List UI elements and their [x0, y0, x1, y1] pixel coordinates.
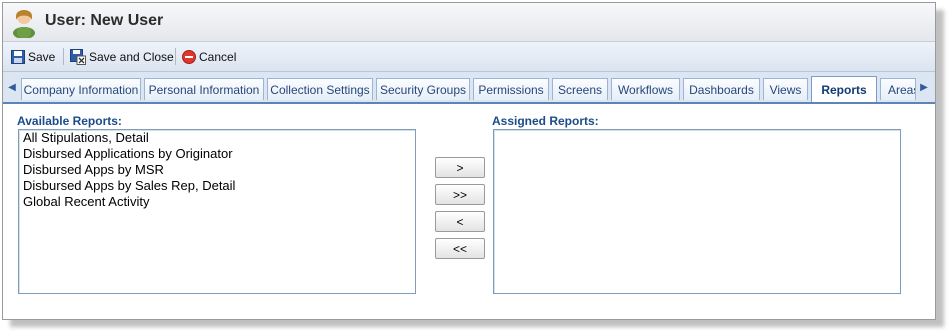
- remove-all-button[interactable]: <<: [435, 238, 485, 259]
- tab-scroll-right-button[interactable]: ▶: [917, 72, 931, 102]
- tab-scroll-left-button[interactable]: ◀: [5, 72, 19, 102]
- floppy-disk-icon: [11, 50, 25, 64]
- list-item[interactable]: Disbursed Apps by Sales Rep, Detail: [19, 178, 415, 194]
- tab-workflows[interactable]: Workflows: [611, 78, 680, 100]
- cancel-label: Cancel: [199, 50, 237, 64]
- cancel-button[interactable]: Cancel: [182, 48, 236, 66]
- save-close-icon: [70, 49, 86, 65]
- assigned-reports-list[interactable]: [493, 129, 901, 294]
- user-window: User: New User Save Save and Close Cance…: [2, 2, 936, 320]
- list-item[interactable]: Disbursed Applications by Originator: [19, 146, 415, 162]
- list-item[interactable]: Global Recent Activity: [19, 194, 415, 210]
- assigned-reports-label: Assigned Reports:: [492, 114, 599, 128]
- tab-permissions[interactable]: Permissions: [473, 78, 549, 100]
- tab-bar: ◀ Company Information Personal Informati…: [3, 72, 935, 104]
- tab-areas[interactable]: Areas: [880, 78, 916, 100]
- tab-company-information[interactable]: Company Information: [21, 78, 141, 100]
- tab-dashboards[interactable]: Dashboards: [683, 78, 760, 100]
- available-reports-list[interactable]: All Stipulations, Detail Disbursed Appli…: [18, 129, 416, 294]
- remove-selected-button[interactable]: <: [435, 211, 485, 232]
- add-all-button[interactable]: >>: [435, 184, 485, 205]
- cancel-icon: [182, 50, 196, 64]
- toolbar-divider: [63, 48, 64, 65]
- toolbar: Save Save and Close Cancel: [3, 42, 935, 72]
- save-label: Save: [28, 50, 56, 64]
- tab-views[interactable]: Views: [763, 78, 808, 100]
- tab-personal-information[interactable]: Personal Information: [144, 78, 264, 100]
- arrow-left-icon: ◀: [8, 81, 16, 93]
- toolbar-divider: [175, 48, 176, 65]
- user-icon: [13, 10, 35, 38]
- tab-screens[interactable]: Screens: [552, 78, 608, 100]
- reports-panel: Available Reports: All Stipulations, Det…: [3, 104, 935, 319]
- available-reports-label: Available Reports:: [17, 114, 122, 128]
- tab-reports[interactable]: Reports: [811, 76, 877, 102]
- save-and-close-button[interactable]: Save and Close: [70, 48, 174, 66]
- add-selected-button[interactable]: >: [435, 157, 485, 178]
- save-and-close-label: Save and Close: [89, 50, 174, 64]
- save-button[interactable]: Save: [11, 48, 55, 66]
- list-item[interactable]: Disbursed Apps by MSR: [19, 162, 415, 178]
- arrow-right-icon: ▶: [920, 81, 928, 93]
- list-item[interactable]: All Stipulations, Detail: [19, 130, 415, 146]
- title-bar: User: New User: [3, 3, 935, 42]
- tab-security-groups[interactable]: Security Groups: [376, 78, 470, 100]
- tab-collection-settings[interactable]: Collection Settings: [267, 78, 373, 100]
- window-title: User: New User: [45, 12, 164, 29]
